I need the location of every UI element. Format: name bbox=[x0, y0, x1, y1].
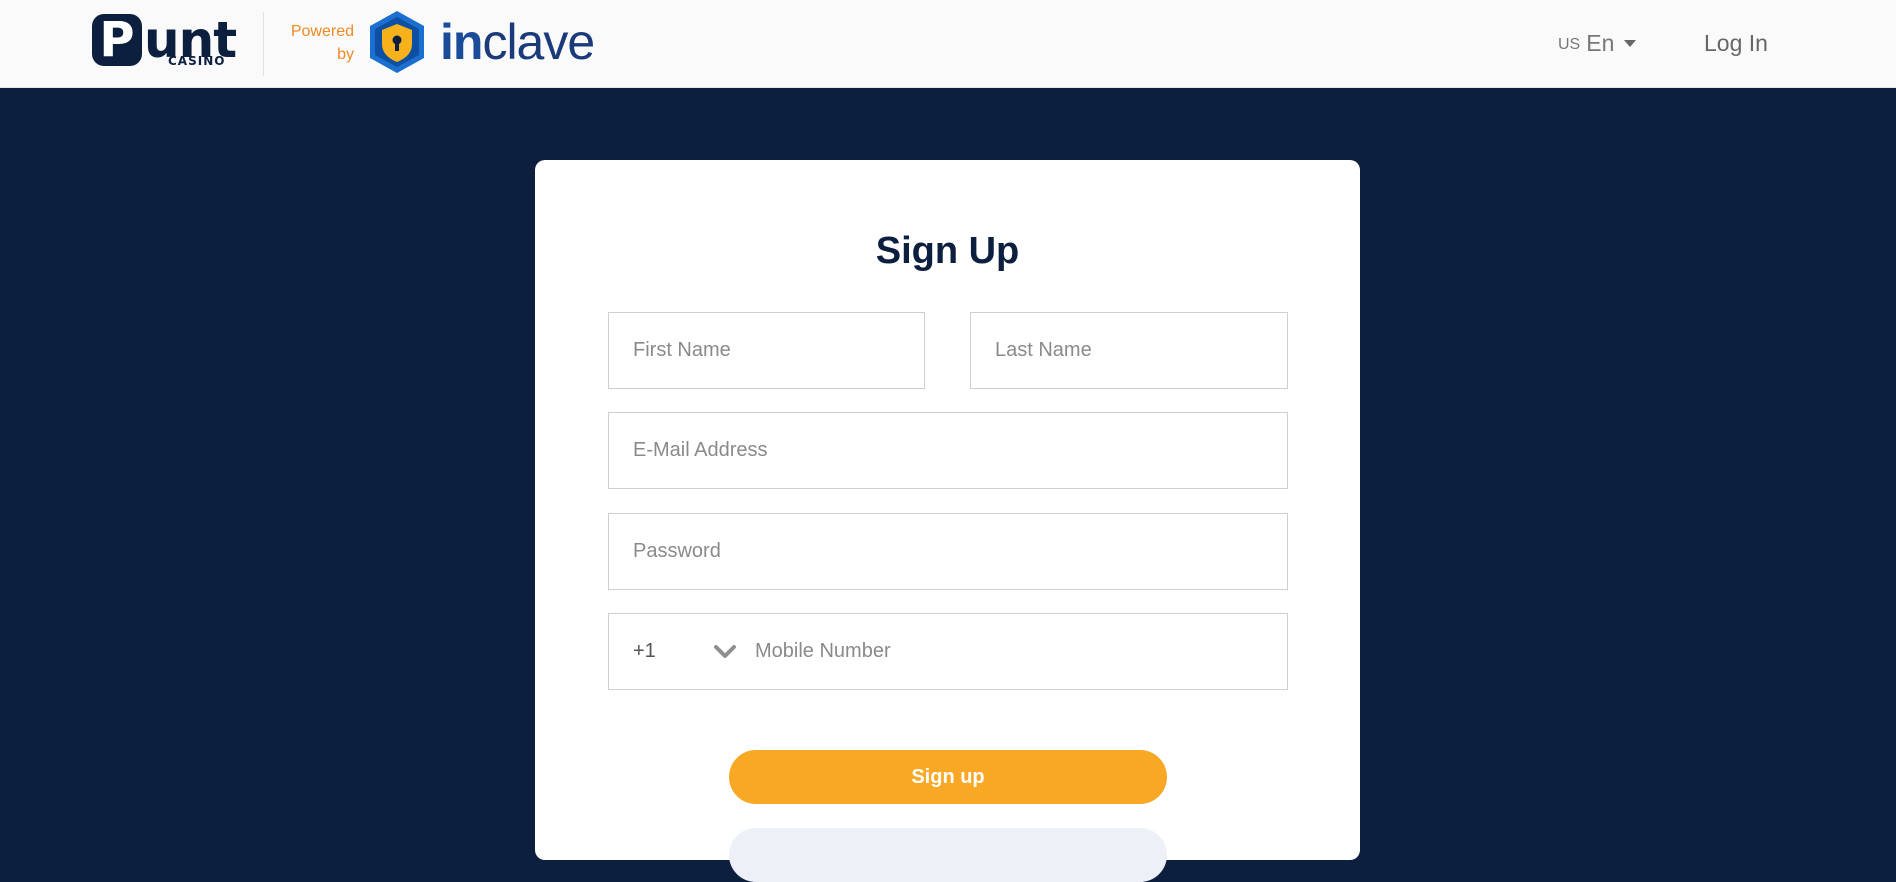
secondary-button[interactable] bbox=[729, 828, 1167, 882]
signup-button[interactable]: Sign up bbox=[729, 750, 1167, 804]
inclave-rest: clave bbox=[482, 14, 595, 70]
password-input[interactable] bbox=[608, 513, 1288, 590]
phone-field: +1 bbox=[608, 613, 1288, 690]
punt-casino-logo[interactable]: P unt CASINO bbox=[92, 14, 242, 70]
mobile-number-input[interactable] bbox=[755, 614, 1287, 689]
country-code-value: +1 bbox=[633, 640, 656, 662]
powered-line-1: Powered bbox=[290, 23, 354, 40]
chevron-down-icon bbox=[714, 645, 736, 658]
login-link[interactable]: Log In bbox=[1704, 26, 1768, 60]
powered-line-2: by bbox=[337, 46, 354, 63]
caret-down-icon bbox=[1624, 39, 1637, 47]
punt-logo-sub: CASINO bbox=[168, 54, 226, 68]
top-header: P unt CASINO Powered by inclave US En Lo… bbox=[0, 0, 1896, 88]
language-code: En bbox=[1586, 29, 1615, 56]
inclave-in: in bbox=[440, 14, 483, 70]
signup-card: Sign Up +1 Sign up bbox=[535, 160, 1360, 882]
last-name-input[interactable] bbox=[970, 312, 1288, 389]
first-name-input[interactable] bbox=[608, 312, 925, 389]
powered-by-text: Powered by bbox=[280, 20, 354, 66]
email-input[interactable] bbox=[608, 412, 1288, 489]
inclave-logo[interactable]: inclave bbox=[440, 14, 595, 70]
shield-lock-icon bbox=[370, 11, 424, 73]
signup-title: Sign Up bbox=[875, 230, 1020, 272]
country-code-select[interactable]: +1 bbox=[609, 614, 755, 689]
punt-logo-p: P bbox=[92, 14, 142, 66]
language-selector[interactable]: US En bbox=[1558, 26, 1637, 60]
header-divider bbox=[263, 12, 264, 76]
us-flag-icon: US bbox=[1558, 36, 1581, 53]
